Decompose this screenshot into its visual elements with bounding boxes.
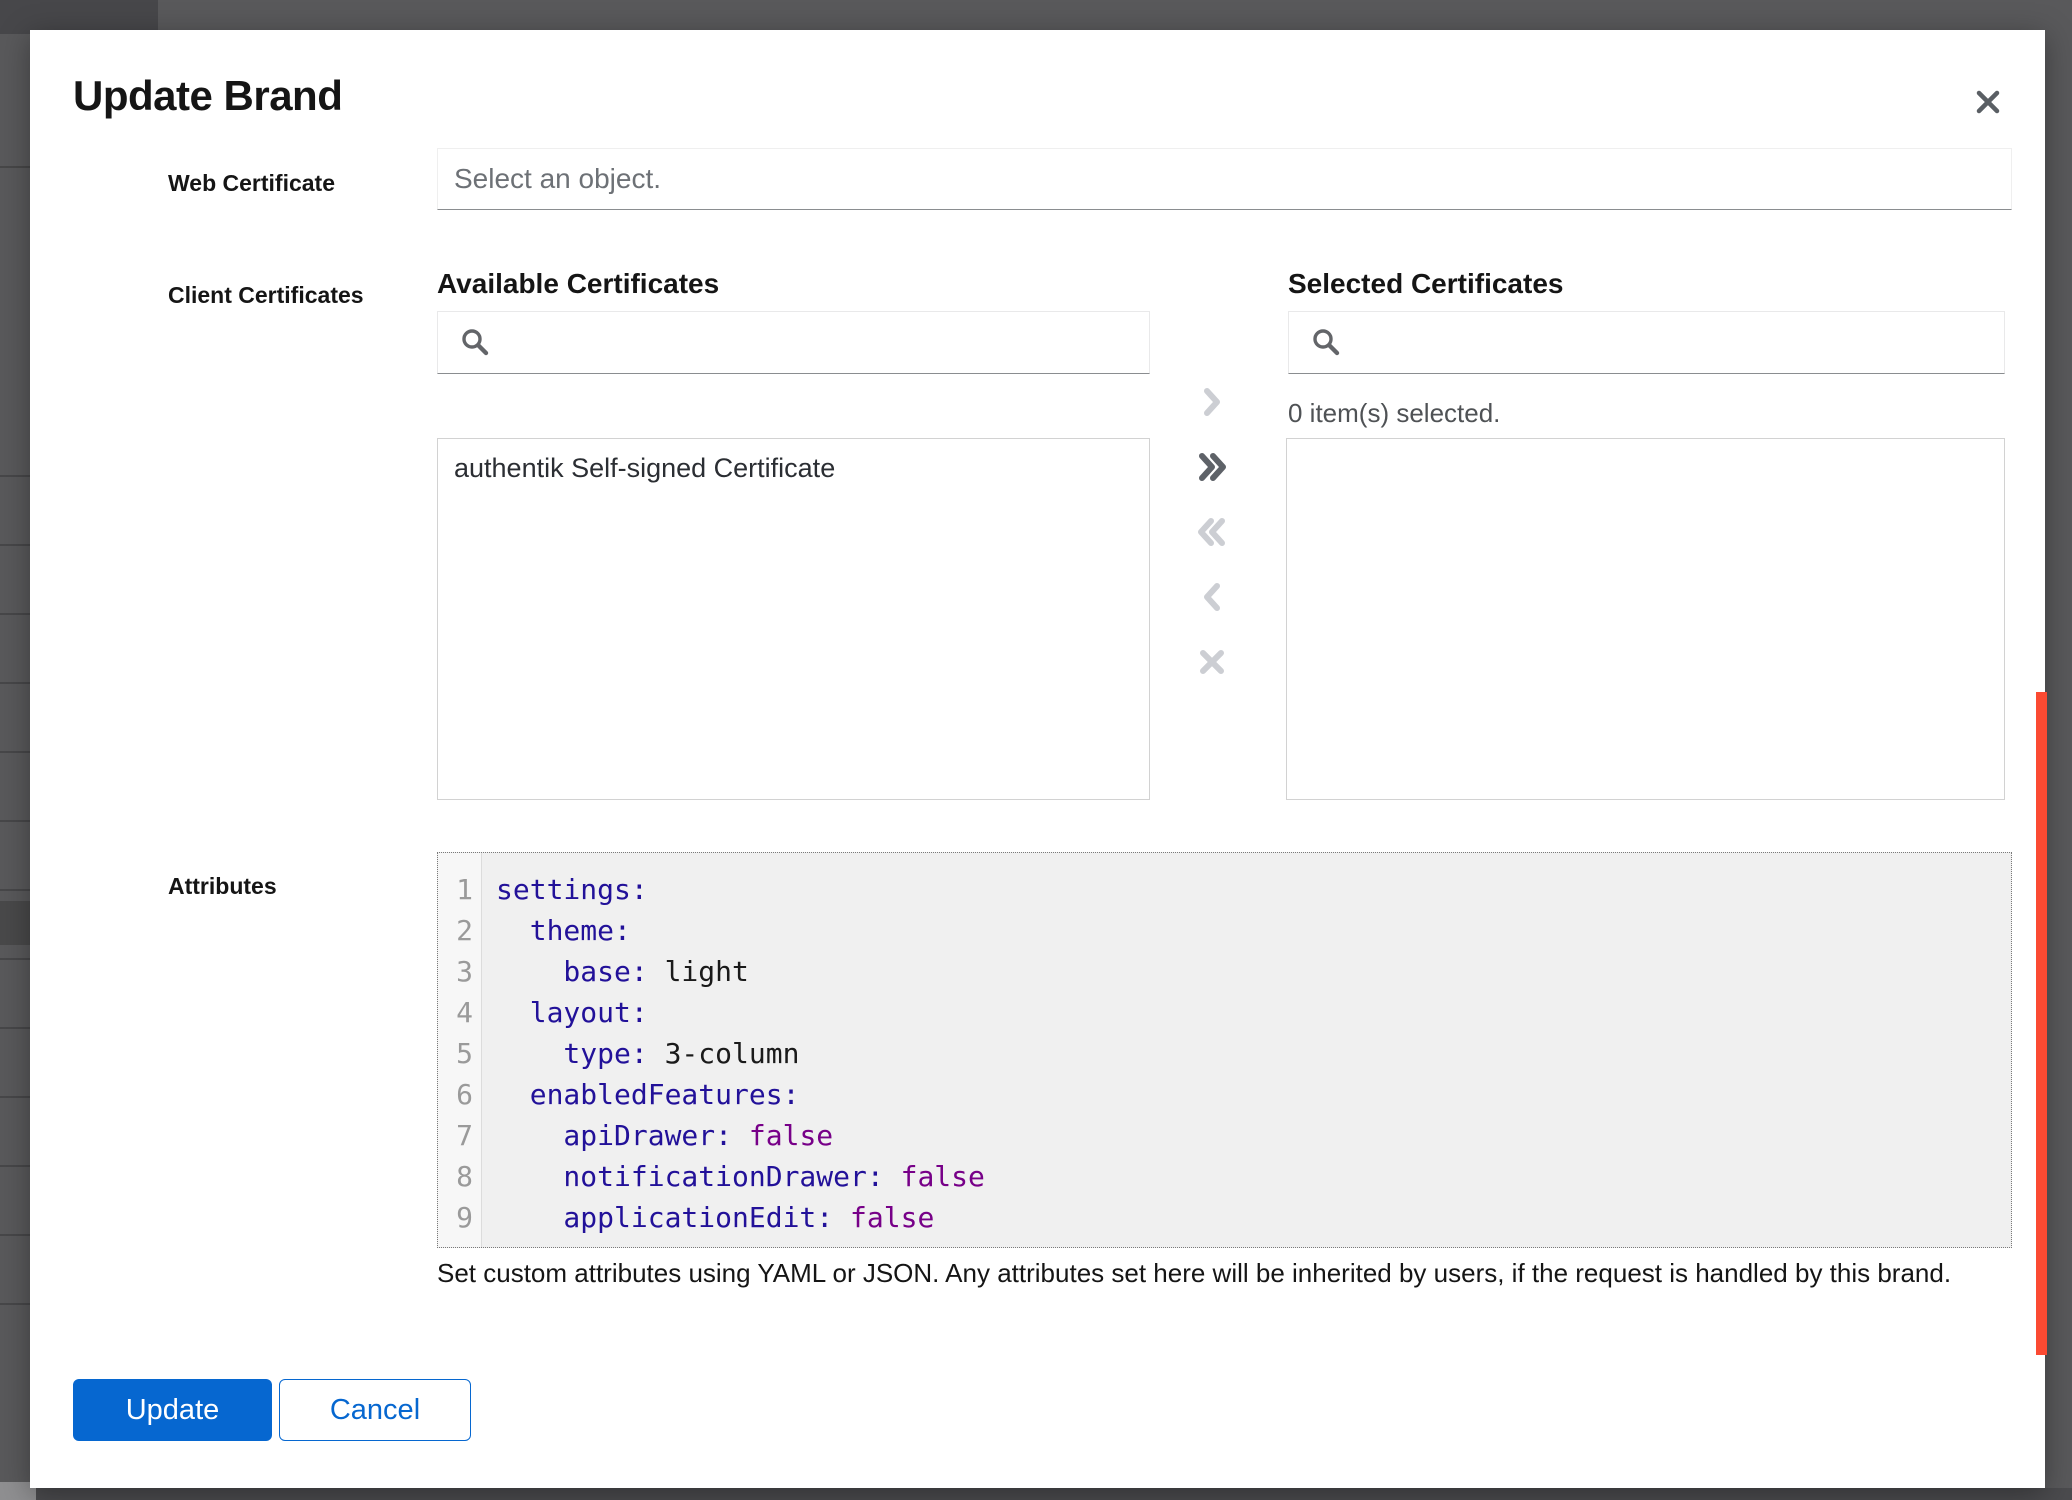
chevrons-left-icon xyxy=(1194,514,1230,550)
code-line-number: 6 xyxy=(438,1074,473,1115)
cancel-button[interactable]: Cancel xyxy=(279,1379,471,1441)
web-certificate-label: Web Certificate xyxy=(168,170,335,197)
available-certificates-list: authentik Self-signed Certificate xyxy=(437,438,1150,800)
update-brand-modal: Update Brand Web Certificate Client Cert… xyxy=(30,30,2045,1488)
dimmed-sidebar-active-item xyxy=(0,901,30,945)
update-button[interactable]: Update xyxy=(73,1379,272,1441)
code-line: apiDrawer: false xyxy=(496,1115,2011,1156)
code-line-number: 9 xyxy=(438,1197,473,1238)
move-selected-left-button[interactable] xyxy=(1194,579,1230,615)
close-icon xyxy=(1971,85,2005,119)
code-line: theme: xyxy=(496,910,2011,951)
code-line-number: 3 xyxy=(438,951,473,992)
code-content: settings: theme: base: light layout: typ… xyxy=(482,853,2011,1247)
page-scrollbar-thumb[interactable] xyxy=(2036,692,2047,1355)
code-line-number: 8 xyxy=(438,1156,473,1197)
cross-icon xyxy=(1194,644,1230,680)
selected-certificates-heading: Selected Certificates xyxy=(1288,268,1563,300)
code-line-number: 1 xyxy=(438,869,473,910)
web-certificate-select[interactable] xyxy=(437,148,2012,210)
chevrons-right-icon xyxy=(1194,449,1230,485)
move-selected-right-button[interactable] xyxy=(1194,384,1230,420)
dimmed-page-header xyxy=(0,0,158,34)
code-line: type: 3-column xyxy=(496,1033,2011,1074)
code-line: applicationEdit: false xyxy=(496,1197,2011,1238)
move-all-right-button[interactable] xyxy=(1194,449,1230,485)
code-line: enabledFeatures: xyxy=(496,1074,2011,1115)
client-certificates-label: Client Certificates xyxy=(168,282,364,309)
selected-search-input[interactable] xyxy=(1288,311,2005,374)
code-line-number: 4 xyxy=(438,992,473,1033)
code-line-number: 7 xyxy=(438,1115,473,1156)
attributes-help-text: Set custom attributes using YAML or JSON… xyxy=(437,1258,2017,1289)
remove-selection-button[interactable] xyxy=(1194,644,1230,680)
available-search-input[interactable] xyxy=(437,311,1150,374)
code-line: base: light xyxy=(496,951,2011,992)
code-line: settings: xyxy=(496,869,2011,910)
dual-list-controls xyxy=(1194,384,1230,680)
chevron-right-icon xyxy=(1194,384,1230,420)
chevron-left-icon xyxy=(1194,579,1230,615)
selected-search xyxy=(1288,311,2005,374)
available-search xyxy=(437,311,1150,374)
code-line-number: 2 xyxy=(438,910,473,951)
selected-certificates-list xyxy=(1286,438,2005,800)
code-line: notificationDrawer: false xyxy=(496,1156,2011,1197)
close-button[interactable] xyxy=(1966,80,2010,124)
attributes-code-editor[interactable]: 123456789 settings: theme: base: light l… xyxy=(437,852,2012,1248)
selected-count-status: 0 item(s) selected. xyxy=(1288,398,1500,429)
code-line-numbers: 123456789 xyxy=(438,853,482,1247)
attributes-label: Attributes xyxy=(168,873,277,900)
dimmed-sidebar-divider xyxy=(0,166,30,168)
dimmed-page-bottom xyxy=(0,1488,2072,1500)
certificate-list-item[interactable]: authentik Self-signed Certificate xyxy=(438,439,1149,498)
available-certificates-heading: Available Certificates xyxy=(437,268,719,300)
code-line: layout: xyxy=(496,992,2011,1033)
move-all-left-button[interactable] xyxy=(1194,514,1230,550)
dimmed-sidebar-rows xyxy=(0,475,30,1305)
page-title: Update Brand xyxy=(73,72,342,120)
code-line-number: 5 xyxy=(438,1033,473,1074)
